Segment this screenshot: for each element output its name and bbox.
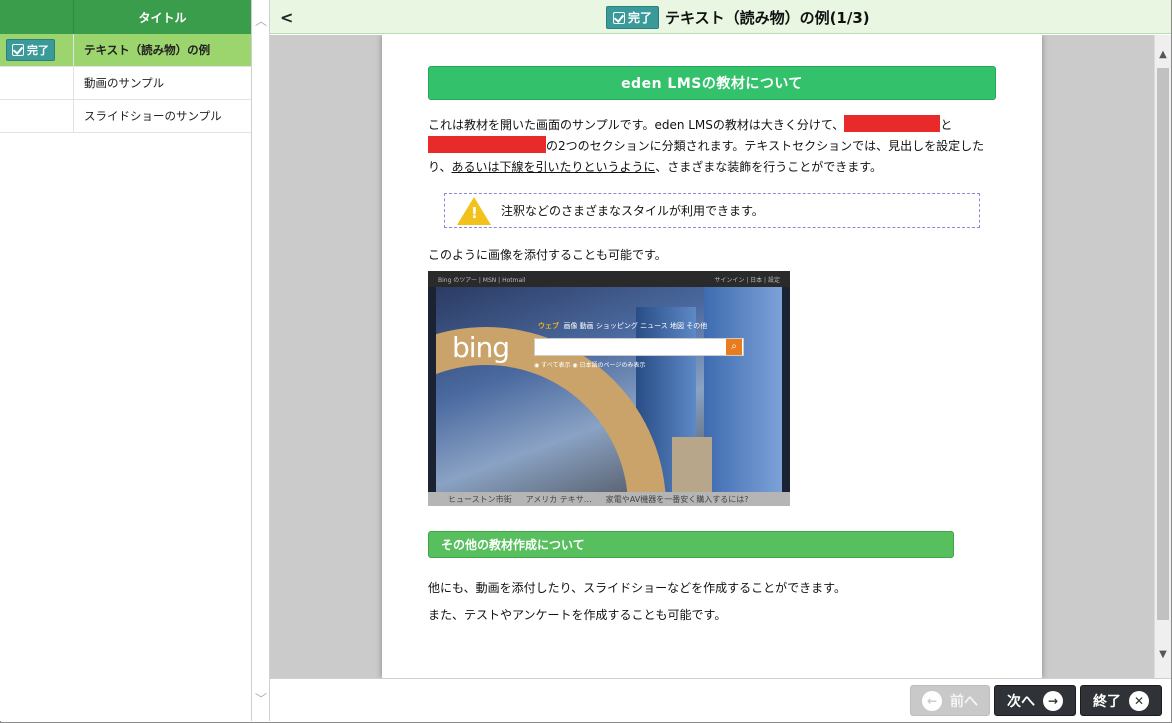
close-icon: ✕ <box>1129 690 1149 711</box>
scroll-down-icon[interactable]: ﹀ <box>255 690 267 707</box>
scroll-up-icon[interactable]: ︿ <box>255 12 267 29</box>
next-button[interactable]: 次へ → <box>994 685 1076 716</box>
complete-badge-label: 完了 <box>628 11 653 25</box>
image-topbar-right: サインイン | 日本 | 設定 <box>714 276 780 284</box>
image-search-box <box>534 338 744 356</box>
image-topbar: Bing のツアー | MSN | Hotmail サインイン | 日本 | 設… <box>428 271 790 287</box>
next-button-label: 次へ <box>1007 693 1035 710</box>
sidebar-header-status-col <box>0 0 74 34</box>
sidebar-item-video-sample[interactable]: 動画のサンプル <box>0 67 251 100</box>
intro-text-2: と <box>940 118 953 132</box>
page-title-text: テキスト（読み物）の例(1/3) <box>665 9 870 27</box>
building <box>704 287 782 492</box>
image-search-options: ◉ すべて表示 ◉ 日本語のページのみ表示 <box>534 362 646 369</box>
check-icon <box>12 44 24 56</box>
annotation-box: ! 注釈などのさまざまなスタイルが利用できます。 <box>444 193 980 228</box>
prev-button-label: 前へ <box>950 693 978 710</box>
arrow-right-icon: → <box>1043 690 1063 711</box>
prev-button[interactable]: ← 前へ <box>910 685 990 716</box>
check-icon <box>613 11 625 24</box>
sidebar-item-status <box>0 67 74 99</box>
sidebar-item-status: 完了 <box>0 34 74 66</box>
material-page: eden LMSの教材について これは教材を開いた画面のサンプルです。eden … <box>382 35 1042 678</box>
image-nav-active: ウェブ <box>538 322 559 330</box>
complete-badge: 完了 <box>6 39 55 61</box>
sidebar-item-label: テキスト（読み物）の例 <box>74 34 251 66</box>
sidebar-item-text-example[interactable]: 完了 テキスト（読み物）の例 <box>0 34 251 67</box>
image-bottom-3: 家電やAV機器を一番安く購入するには? <box>605 494 749 504</box>
sidebar-item-label: スライドショーのサンプル <box>84 109 222 123</box>
sidebar-scrollbar[interactable]: ︿ ﹀ <box>252 0 270 721</box>
paragraph-2: 他にも、動画を添付したり、スライドショーなどを作成することができます。 <box>428 581 846 595</box>
image-search-icon: ⌕ <box>726 339 742 355</box>
scroll-down-icon[interactable]: ▼ <box>1157 649 1169 660</box>
attached-image: Bing のツアー | MSN | Hotmail サインイン | 日本 | 設… <box>428 271 790 506</box>
back-button[interactable]: < <box>280 8 293 27</box>
underlined-text: あるいは下線を引いたりというように <box>451 160 656 174</box>
redacted-text <box>844 115 941 132</box>
building <box>672 437 712 492</box>
page-title: 完了 テキスト（読み物）の例(1/3) <box>606 6 870 29</box>
redacted-text <box>428 136 546 153</box>
image-bottom-2: アメリカ テキサ… <box>525 494 592 504</box>
sidebar-item-slideshow-sample[interactable]: スライドショーのサンプル <box>0 100 251 133</box>
scrollbar-thumb[interactable] <box>1157 68 1169 620</box>
image-photo <box>436 287 782 492</box>
image-bottom-1: ヒューストン市街 <box>448 494 512 504</box>
bing-logo: bing <box>452 331 510 364</box>
paragraph-3: また、テストやアンケートを作成することも可能です。 <box>428 608 727 622</box>
scroll-up-icon[interactable]: ▲ <box>1157 49 1169 60</box>
intro-paragraph: これは教材を開いた画面のサンプルです。eden LMSの教材は大きく分けて、と … <box>428 115 996 178</box>
finish-button[interactable]: 終了 ✕ <box>1080 685 1162 716</box>
image-nav: ウェブ 画像 動画 ショッピング ニュース 地図 その他 <box>538 321 707 331</box>
image-bottombar: ヒューストン市街 アメリカ テキサ… 家電やAV機器を一番安く購入するには? <box>428 492 790 506</box>
sidebar-header-title: タイトル <box>74 0 251 34</box>
arrow-left-icon: ← <box>922 690 942 711</box>
image-nav-rest: 画像 動画 ショッピング ニュース 地図 その他 <box>563 322 708 330</box>
intro-text-1: これは教材を開いた画面のサンプルです。eden LMSの教材は大きく分けて、 <box>428 118 845 132</box>
content-header: < 完了 テキスト（読み物）の例(1/3) <box>270 0 1171 34</box>
image-topbar-left: Bing のツアー | MSN | Hotmail <box>438 276 526 284</box>
content-viewport: eden LMSの教材について これは教材を開いた画面のサンプルです。eden … <box>270 35 1154 678</box>
sidebar-header: タイトル <box>0 0 251 34</box>
sidebar: タイトル 完了 テキスト（読み物）の例 動画のサンプル スライドショーのサンプル <box>0 0 252 721</box>
sidebar-item-status <box>0 100 74 132</box>
annotation-text: 注釈などのさまざまなスタイルが利用できます。 <box>501 204 764 218</box>
intro-text-4: 、さまざまな装飾を行うことができます。 <box>655 160 882 174</box>
content-scrollbar[interactable]: ▲ ▼ <box>1154 35 1171 678</box>
complete-badge: 完了 <box>606 6 660 29</box>
complete-badge-label: 完了 <box>27 44 49 57</box>
image-caption: このように画像を添付することも可能です。 <box>428 248 667 262</box>
finish-button-label: 終了 <box>1093 693 1121 710</box>
section-heading-2: その他の教材作成について <box>428 531 954 558</box>
warning-icon: ! <box>457 196 491 225</box>
sidebar-item-label: 動画のサンプル <box>84 76 165 90</box>
navigation-footer: ← 前へ 次へ → 終了 ✕ <box>270 678 1171 721</box>
section-heading-1: eden LMSの教材について <box>428 66 996 100</box>
